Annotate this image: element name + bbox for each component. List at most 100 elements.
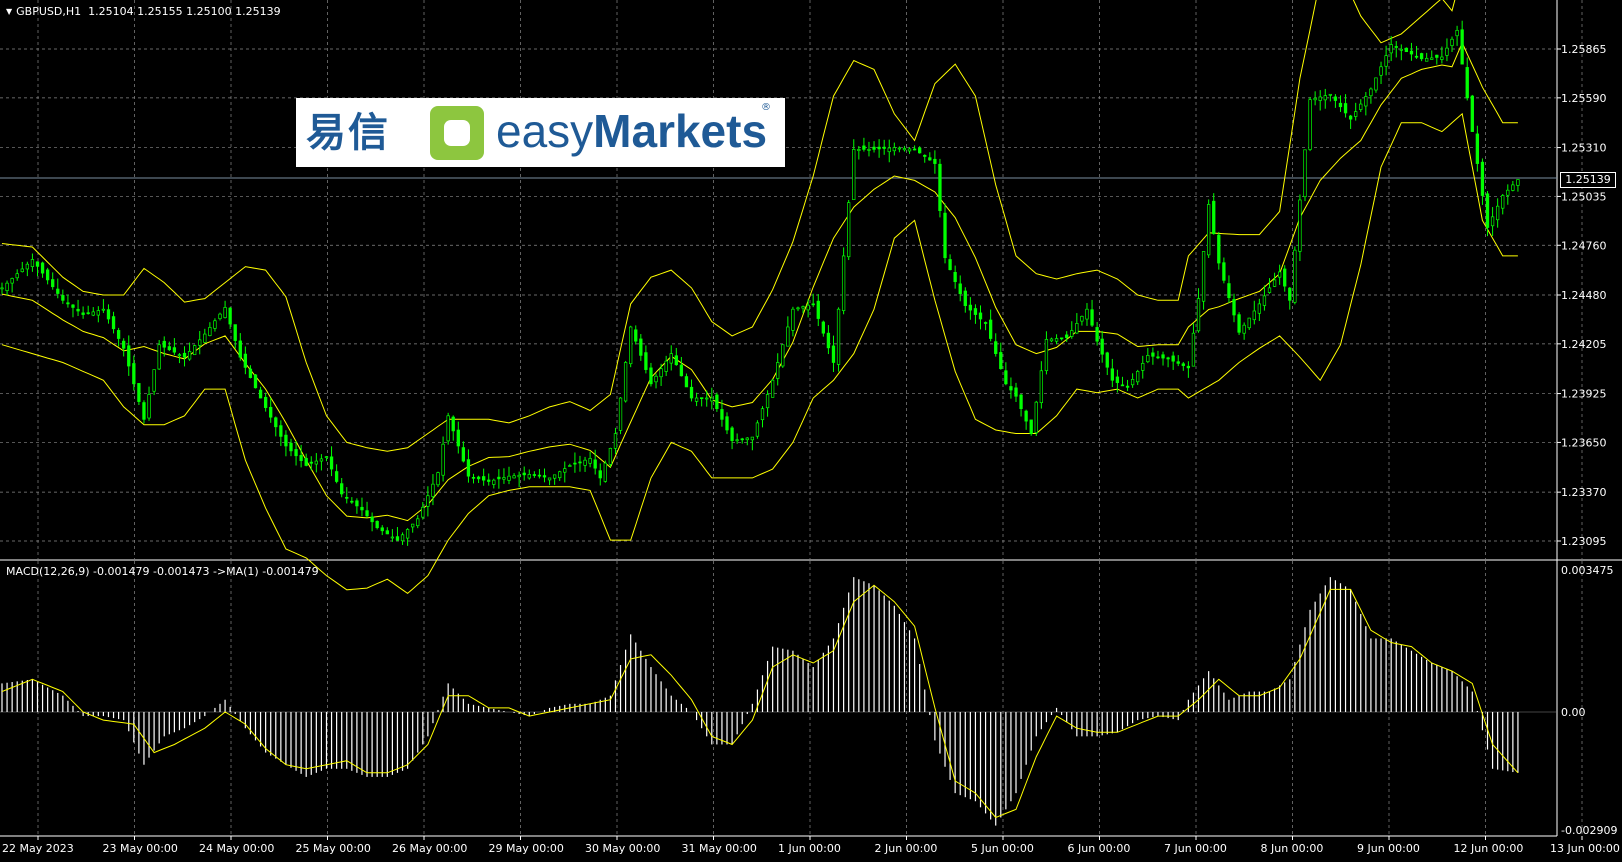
- logo-chinese-text: 易信: [306, 110, 390, 156]
- candle-body: [263, 396, 268, 408]
- candle-body: [988, 319, 993, 339]
- chart-window[interactable]: 22 May 2023 23 May 00:00 24 May 00:00 25 Ma…: [0, 0, 1622, 862]
- candle-body: [405, 529, 410, 539]
- candle-body: [1460, 29, 1464, 65]
- collapse-triangle-icon[interactable]: ▼: [6, 7, 12, 16]
- x-tick-label: 12 Jun 00:00: [1454, 842, 1524, 855]
- candle-body: [897, 147, 902, 150]
- candle-body: [431, 483, 435, 497]
- candle-body: [1141, 363, 1145, 371]
- candle-body: [1080, 315, 1084, 322]
- candle-body: [1232, 299, 1236, 316]
- candle-body: [416, 518, 420, 527]
- candle-body: [629, 326, 633, 365]
- candle-body: [1222, 262, 1226, 281]
- candle-body: [1242, 324, 1246, 334]
- candle-body: [1384, 55, 1388, 67]
- candle-body: [1435, 54, 1439, 58]
- candle-body: [1501, 195, 1505, 209]
- candle-body: [684, 376, 689, 388]
- candle-body: [1277, 271, 1282, 278]
- candle-body: [1237, 314, 1241, 333]
- candle-body: [1470, 95, 1474, 132]
- easymarkets-logo: 易信 easyMarkets ®: [296, 98, 785, 167]
- candle-body: [451, 416, 455, 432]
- candle-body: [1191, 332, 1196, 367]
- candle-body: [953, 272, 957, 283]
- candle-body: [116, 330, 121, 339]
- candle-body: [948, 259, 952, 271]
- candle-body: [618, 397, 623, 431]
- candle-body: [340, 483, 344, 495]
- candle-body: [182, 352, 187, 358]
- candle-body: [329, 456, 334, 470]
- candle-body: [193, 345, 197, 356]
- candle-body: [588, 458, 592, 464]
- candle-body: [1425, 57, 1429, 62]
- x-tick-label: 26 May 00:00: [392, 842, 467, 855]
- candle-body: [243, 353, 248, 368]
- candle-body: [299, 455, 303, 461]
- candle-body: [365, 510, 369, 517]
- candle-body: [1054, 338, 1059, 342]
- candle-body: [1475, 133, 1480, 164]
- candle-body: [852, 149, 856, 200]
- candle-body: [1485, 193, 1490, 228]
- candle-body: [1450, 38, 1454, 47]
- candle-body: [238, 340, 242, 358]
- candle-body: [309, 461, 313, 464]
- candle-body: [1217, 234, 1221, 264]
- candle-body: [1298, 199, 1302, 252]
- candle-body: [1151, 352, 1155, 357]
- candle-body: [806, 304, 810, 311]
- candle-body: [1288, 287, 1292, 301]
- candle-body: [1323, 95, 1327, 101]
- candle-body: [1207, 204, 1211, 256]
- candle-body: [421, 506, 425, 518]
- candle-body: [1247, 317, 1251, 329]
- candle-body: [35, 261, 40, 267]
- candle-body: [603, 462, 607, 482]
- x-tick-label: 30 May 00:00: [585, 842, 660, 855]
- candle-body: [933, 158, 937, 164]
- candle-body: [1379, 66, 1383, 76]
- candle-body: [1419, 53, 1424, 60]
- candle-body: [269, 406, 273, 418]
- x-tick-label: 8 Jun 00:00: [1261, 842, 1324, 855]
- y-tick-label: 1.25865: [1561, 43, 1607, 56]
- candle-body: [725, 416, 729, 431]
- candle-body: [512, 475, 516, 479]
- candle-body: [694, 397, 699, 402]
- candle-body: [517, 474, 521, 478]
- candle-body: [1445, 47, 1449, 56]
- candle-body: [370, 516, 374, 523]
- candle-body: [1039, 370, 1044, 404]
- candle-body: [973, 308, 978, 315]
- y-tick-label: 1.23370: [1561, 486, 1607, 499]
- candle-body: [907, 148, 912, 152]
- chart-canvas[interactable]: 22 May 2023 23 May 00:00 24 May 00:00 25 Ma…: [0, 0, 1622, 862]
- candle-body: [867, 149, 871, 151]
- candle-body: [1105, 352, 1109, 368]
- candle-body: [811, 303, 815, 306]
- candle-body: [147, 394, 151, 419]
- x-tick-label: 7 Jun 00:00: [1164, 842, 1227, 855]
- candle-body: [750, 436, 755, 441]
- candle-body: [56, 288, 60, 294]
- logo-markets: Markets: [593, 105, 768, 157]
- candle-body: [324, 456, 329, 458]
- candle-body: [1394, 46, 1398, 48]
- candle-body: [111, 316, 116, 330]
- candle-body: [715, 394, 719, 410]
- candle-body: [1156, 356, 1160, 359]
- candle-body: [497, 476, 501, 480]
- candle-body: [1100, 338, 1104, 355]
- bollinger-upper-band: [1, 0, 1456, 452]
- candle-body: [522, 472, 526, 476]
- candle-body: [968, 304, 973, 311]
- candle-body: [547, 477, 552, 481]
- candle-body: [963, 290, 967, 307]
- candle-body: [532, 474, 536, 476]
- candle-body: [0, 287, 4, 290]
- candle-body: [172, 347, 177, 353]
